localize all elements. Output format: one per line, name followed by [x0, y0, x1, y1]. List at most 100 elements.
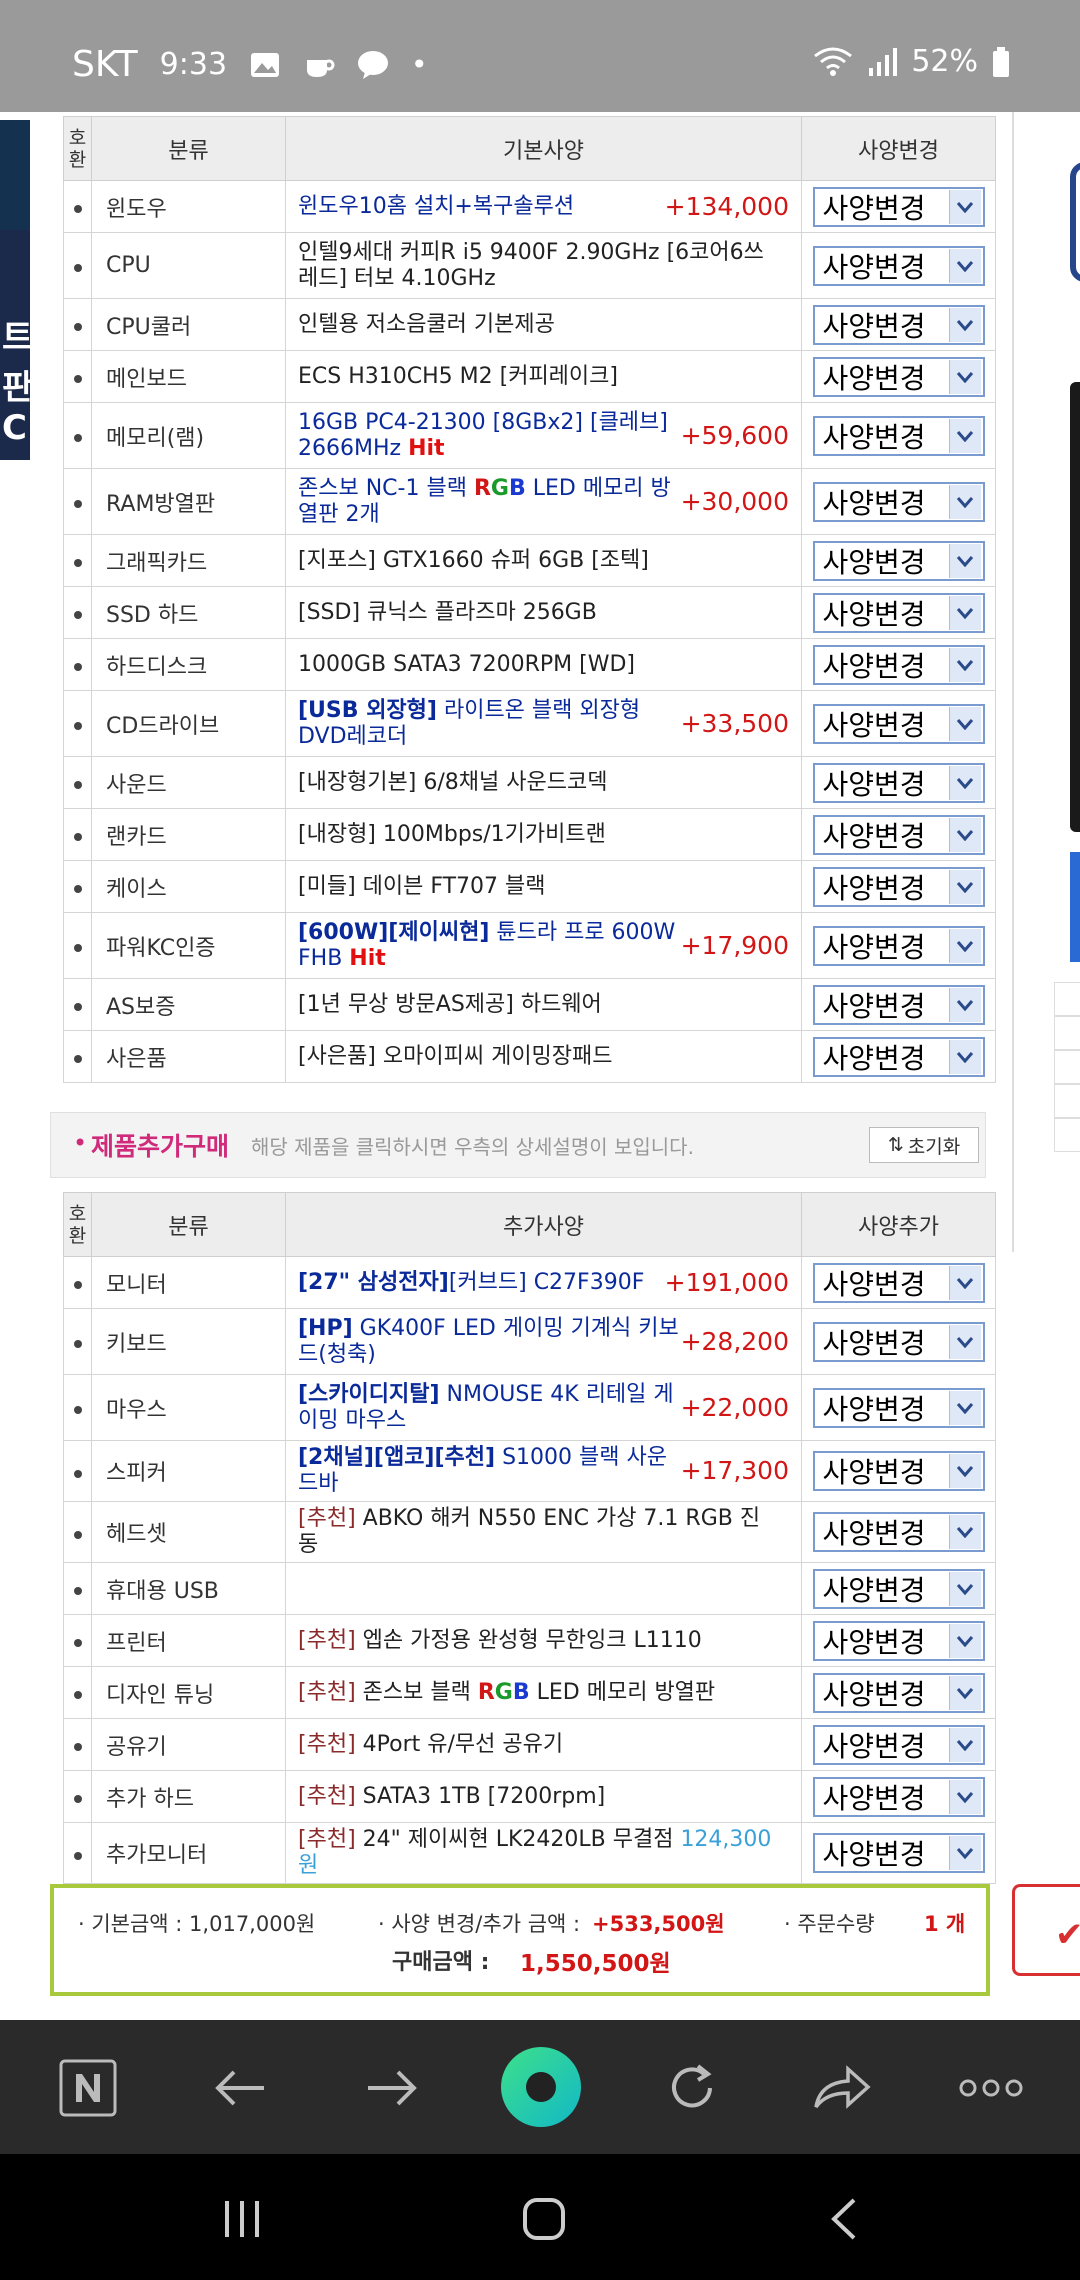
order-button[interactable]: ✔ — [1012, 1884, 1080, 1976]
naver-icon[interactable] — [56, 2056, 120, 2120]
spec-change-select[interactable]: 사양변경 — [812, 186, 985, 227]
back-icon[interactable] — [814, 2194, 874, 2244]
table-row[interactable]: CPU 인텔9세대 커피R i5 9400F 2.90GHz [6코어6쓰레드] … — [63, 232, 996, 299]
spec-cell[interactable]: [지포스] GTX1660 슈퍼 6GB [조텍] — [285, 534, 802, 587]
table-row[interactable]: 케이스 [미들] 데이븐 FT707 블랙 사양변경 — [63, 860, 996, 913]
home-icon[interactable] — [514, 2194, 574, 2244]
table-row[interactable]: 메모리(램) 16GB PC4-21300 [8GBx2] [클레브] 2666M… — [63, 402, 996, 469]
spec-change-select[interactable]: 사양변경 — [812, 481, 985, 522]
spec-change-select[interactable]: 사양변경 — [812, 356, 985, 397]
spec-cell[interactable]: [추천] 4Port 유/무선 공유기 — [285, 1718, 802, 1771]
spec-cell[interactable]: 16GB PC4-21300 [8GBx2] [클레브] 2666MHz Hit… — [285, 402, 802, 469]
spec-cell[interactable]: 인텔용 저소음쿨러 기본제공 — [285, 298, 802, 351]
spec-change-select[interactable]: 사양변경 — [812, 1321, 985, 1362]
spec-cell[interactable]: [1년 무상 방문AS제공] 하드웨어 — [285, 978, 802, 1031]
left-banner-image[interactable]: 트 판 C — [0, 120, 33, 460]
spec-cell[interactable]: [스카이디지탈] NMOUSE 4K 리테일 게이밍 마우스 +22,000 — [285, 1374, 802, 1441]
spec-cell[interactable]: [HP] GK400F LED 게이밍 기계식 키보드(청축) +28,200 — [285, 1308, 802, 1375]
spec-change-select[interactable]: 사양변경 — [812, 1036, 985, 1077]
table-row[interactable]: 그래픽카드 [지포스] GTX1660 슈퍼 6GB [조텍] 사양변경 — [63, 534, 996, 587]
spec-cell[interactable]: [추천] SATA3 1TB [7200rpm] — [285, 1770, 802, 1823]
spec-cell[interactable]: [27" 삼성전자][커브드] C27F390F +191,000 — [285, 1256, 802, 1309]
forward-arrow-icon[interactable] — [360, 2056, 424, 2120]
spec-cell[interactable] — [285, 1562, 802, 1615]
spec-change-select[interactable]: 사양변경 — [812, 1262, 985, 1303]
table-row[interactable]: CPU쿨러 인텔용 저소음쿨러 기본제공 사양변경 — [63, 298, 996, 351]
spec-cell[interactable]: 존스보 NC-1 블랙 RGB LED 메모리 방열판 2개 +30,000 — [285, 468, 802, 535]
spec-change-select[interactable]: 사양변경 — [812, 415, 985, 456]
spec-change-select[interactable]: 사양변경 — [812, 1512, 985, 1552]
more-icon[interactable] — [958, 2056, 1024, 2120]
table-row[interactable]: 사은품 [사은품] 오마이피씨 게이밍장패드 사양변경 — [63, 1030, 996, 1083]
spec-change-select[interactable]: 사양변경 — [812, 1724, 985, 1765]
spec-change-select[interactable]: 사양변경 — [812, 1776, 985, 1817]
spec-cell[interactable]: 윈도우10홈 설치+복구솔루션 +134,000 — [285, 180, 802, 233]
table-row[interactable]: 마우스 [스카이디지탈] NMOUSE 4K 리테일 게이밍 마우스 +22,000… — [63, 1374, 996, 1441]
table-row[interactable]: 하드디스크 1000GB SATA3 7200RPM [WD] 사양변경 — [63, 638, 996, 691]
reload-icon[interactable] — [660, 2056, 724, 2120]
table-row[interactable]: 추가모니터 [추천] 24" 제이씨현 LK2420LB 무결점 124,300원… — [63, 1822, 996, 1884]
table-row[interactable]: 사운드 [내장형기본] 6/8채널 사운드코덱 사양변경 — [63, 756, 996, 809]
spec-change-select[interactable]: 사양변경 — [812, 925, 985, 966]
spec-change-select[interactable]: 사양변경 — [812, 1672, 985, 1713]
product-button[interactable] — [1070, 852, 1080, 962]
table-row[interactable]: 스피커 [2채널][앱코][추천] S1000 블랙 사운드바 +17,300 사양변… — [63, 1440, 996, 1502]
table-row[interactable]: 윈도우 윈도우10홈 설치+복구솔루션 +134,000 사양변경 — [63, 180, 996, 233]
spec-change-select[interactable]: 사양변경 — [812, 592, 985, 633]
spec-cell[interactable]: ECS H310CH5 M2 [커피레이크] — [285, 350, 802, 403]
spec-cell[interactable]: [내장형] 100Mbps/1기가비트랜 — [285, 808, 802, 861]
reset-button[interactable]: ⇅ 초기화 — [869, 1127, 979, 1163]
table-row[interactable]: 메인보드 ECS H310CH5 M2 [커피레이크] 사양변경 — [63, 350, 996, 403]
table-row[interactable]: 추가 하드 [추천] SATA3 1TB [7200rpm] 사양변경 — [63, 1770, 996, 1823]
spec-change-select[interactable]: 사양변경 — [812, 866, 985, 907]
table-row[interactable]: 헤드셋 [추천] ABKO 해커 N550 ENC 가상 7.1 RGB 진동 사양… — [63, 1501, 996, 1563]
table-row[interactable]: 모니터 [27" 삼성전자][커브드] C27F390F +191,000 사양변경 — [63, 1256, 996, 1309]
select-cell: 사양변경 — [801, 1614, 996, 1667]
table-row[interactable]: 휴대용 USB 사양변경 — [63, 1562, 996, 1615]
spec-cell[interactable]: [2채널][앱코][추천] S1000 블랙 사운드바 +17,300 — [285, 1440, 802, 1502]
table-row[interactable]: 키보드 [HP] GK400F LED 게이밍 기계식 키보드(청축) +28,20… — [63, 1308, 996, 1375]
spec-change-select[interactable]: 사양변경 — [812, 644, 985, 685]
spec-change-select[interactable]: 사양변경 — [812, 984, 985, 1025]
recents-icon[interactable] — [212, 2194, 272, 2244]
check-icon: ✔ — [1055, 1915, 1080, 1955]
table-row[interactable]: AS보증 [1년 무상 방문AS제공] 하드웨어 사양변경 — [63, 978, 996, 1031]
spec-change-select[interactable]: 사양변경 — [812, 540, 985, 581]
spec-cell[interactable]: 인텔9세대 커피R i5 9400F 2.90GHz [6코어6쓰레드] 터보 … — [285, 232, 802, 299]
spec-cell[interactable]: [추천] 24" 제이씨현 LK2420LB 무결점 124,300원 — [285, 1822, 802, 1884]
spec-cell[interactable]: [사은품] 오마이피씨 게이밍장패드 — [285, 1030, 802, 1083]
table-row[interactable]: 파워KC인증 [600W][제이씨현] 튠드라 프로 600W FHB Hit +1… — [63, 912, 996, 979]
table-row[interactable]: RAM방열판 존스보 NC-1 블랙 RGB LED 메모리 방열판 2개 +30,… — [63, 468, 996, 535]
total-label: 구매금액 : — [392, 1950, 490, 1975]
share-icon[interactable] — [810, 2056, 874, 2120]
table-row[interactable]: 프린터 [추천] 엡손 가정용 완성형 무한잉크 L1110 사양변경 — [63, 1614, 996, 1667]
spec-cell[interactable]: [미들] 데이븐 FT707 블랙 — [285, 860, 802, 913]
spec-cell[interactable]: [SSD] 큐닉스 플라즈마 256GB — [285, 586, 802, 639]
spec-cell[interactable]: [추천] 엡손 가정용 완성형 무한잉크 L1110 — [285, 1614, 802, 1667]
spec-change-select[interactable]: 사양변경 — [812, 1387, 985, 1428]
spec-change-select[interactable]: 사양변경 — [812, 1568, 985, 1609]
spec-change-select[interactable]: 사양변경 — [812, 1833, 985, 1873]
spec-change-select[interactable]: 사양변경 — [812, 304, 985, 345]
spec-change-select[interactable]: 사양변경 — [812, 1451, 985, 1491]
spec-cell[interactable]: [600W][제이씨현] 튠드라 프로 600W FHB Hit +17,900 — [285, 912, 802, 979]
table-row[interactable]: 랜카드 [내장형] 100Mbps/1기가비트랜 사양변경 — [63, 808, 996, 861]
spec-cell[interactable]: [추천] 존스보 블랙 RGB LED 메모리 방열판 — [285, 1666, 802, 1719]
home-circle-icon[interactable] — [498, 2044, 584, 2130]
price-delta: +17,300 — [680, 1456, 789, 1485]
spec-change-select[interactable]: 사양변경 — [812, 1620, 985, 1661]
spec-cell[interactable]: [USB 외장형] 라이트온 블랙 외장형 DVD레코더 +33,500 — [285, 690, 802, 757]
back-arrow-icon[interactable] — [208, 2056, 272, 2120]
spec-change-select[interactable]: 사양변경 — [812, 245, 985, 286]
table-row[interactable]: SSD 하드 [SSD] 큐닉스 플라즈마 256GB 사양변경 — [63, 586, 996, 639]
spec-change-select[interactable]: 사양변경 — [812, 762, 985, 803]
spec-change-select[interactable]: 사양변경 — [812, 814, 985, 855]
table-row[interactable]: CD드라이브 [USB 외장형] 라이트온 블랙 외장형 DVD레코더 +33,50… — [63, 690, 996, 757]
spec-cell[interactable]: 1000GB SATA3 7200RPM [WD] — [285, 638, 802, 691]
chevron-down-icon — [948, 765, 981, 800]
table-row[interactable]: 디자인 튜닝 [추천] 존스보 블랙 RGB LED 메모리 방열판 사양변경 — [63, 1666, 996, 1719]
table-row[interactable]: 공유기 [추천] 4Port 유/무선 공유기 사양변경 — [63, 1718, 996, 1771]
spec-cell[interactable]: [추천] ABKO 해커 N550 ENC 가상 7.1 RGB 진동 — [285, 1501, 802, 1563]
spec-cell[interactable]: [내장형기본] 6/8채널 사운드코덱 — [285, 756, 802, 809]
spec-change-select[interactable]: 사양변경 — [812, 703, 985, 744]
